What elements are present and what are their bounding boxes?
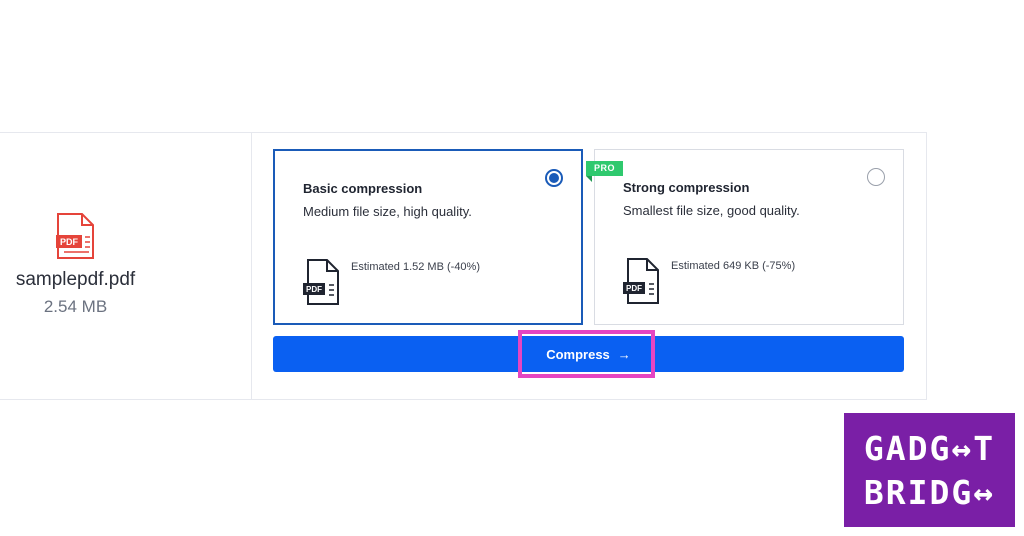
- file-name: samplepdf.pdf: [15, 269, 136, 290]
- arrow-right-icon: →: [617, 347, 631, 362]
- basic-compression-radio[interactable]: [545, 169, 563, 187]
- file-size: 2.54 MB: [43, 297, 108, 316]
- option-estimate: Estimated 649 KB (-75%): [671, 260, 796, 272]
- logo-line-1: GADG↔T: [863, 429, 996, 468]
- svg-text:PDF: PDF: [60, 237, 79, 247]
- compress-button[interactable]: Compress →: [273, 336, 904, 372]
- strong-compression-option[interactable]: Strong compression Smallest file size, g…: [594, 149, 904, 325]
- basic-compression-option[interactable]: Basic compression Medium file size, high…: [273, 149, 583, 325]
- option-description: Medium file size, high quality.: [303, 204, 472, 219]
- svg-text:PDF: PDF: [306, 285, 322, 294]
- pdf-document-icon: PDF: [623, 258, 659, 304]
- pro-badge: PRO: [586, 161, 624, 182]
- option-estimate: Estimated 1.52 MB (-40%): [351, 261, 480, 273]
- option-description: Smallest file size, good quality.: [623, 203, 800, 218]
- logo-line-2: BRIDG↔: [863, 473, 996, 512]
- compress-button-label: Compress →: [546, 347, 631, 362]
- option-title: Basic compression: [303, 181, 423, 196]
- pdf-document-icon: PDF: [303, 259, 339, 305]
- file-info: PDF samplepdf.pdf 2.54 MB: [0, 133, 251, 399]
- panel-divider: [251, 133, 252, 399]
- strong-compression-radio[interactable]: [867, 168, 885, 186]
- option-title: Strong compression: [623, 180, 750, 195]
- pdf-file-icon: PDF: [56, 213, 94, 259]
- gadget-bridge-logo: GADG↔T BRIDG↔: [844, 413, 1015, 527]
- svg-text:PDF: PDF: [626, 284, 642, 293]
